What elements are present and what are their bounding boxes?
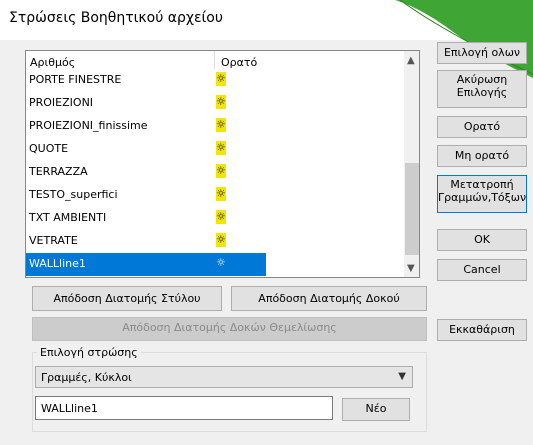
convert-lines-arcs-button[interactable]: Μετατροπή Γραμμών,Τόξων — [437, 175, 527, 213]
column-header-visible[interactable]: Ορατό — [221, 56, 257, 69]
assign-beam-section-button[interactable]: Απόδοση Διατομής Δοκού — [231, 286, 427, 311]
layer-name: VETRATE — [29, 234, 78, 247]
visible-label: Ορατό — [463, 120, 501, 133]
layer-list[interactable]: Αριθμός Ορατό PORTE FINESTRE ☼ PROIEZION… — [25, 50, 420, 278]
list-item[interactable]: VETRATE ☼ — [26, 230, 404, 253]
assign-beam-label: Απόδοση Διατομής Δοκού — [258, 292, 400, 305]
list-item[interactable]: PROIEZIONI ☼ — [26, 92, 404, 115]
select-all-button[interactable]: Επιλογή ολων — [437, 42, 527, 64]
select-all-label: Επιλογή ολων — [443, 46, 521, 59]
list-item-selected[interactable]: WALLline1 ☼ — [26, 253, 266, 276]
visible-icon[interactable]: ☼ — [216, 95, 226, 109]
assign-column-section-button[interactable]: Απόδοση Διατομής Στύλου — [32, 286, 222, 311]
layer-name: PROIEZIONI_finissime — [29, 119, 148, 132]
layer-name: QUOTE — [29, 142, 69, 155]
visible-icon[interactable]: ☼ — [216, 210, 226, 224]
list-item[interactable]: QUOTE ☼ — [26, 138, 404, 161]
chevron-down-icon[interactable]: ▼ — [398, 371, 406, 382]
column-header-number[interactable]: Αριθμός — [30, 56, 75, 69]
invisible-label: Μη ορατό — [454, 149, 510, 162]
close-icon[interactable]: ✕ — [512, 9, 525, 28]
visible-icon[interactable]: ☼ — [216, 141, 226, 155]
title-bar: Στρώσεις Βοηθητικού αρχείου ✕ — [0, 0, 533, 40]
scroll-thumb[interactable] — [405, 163, 419, 255]
layer-select-label: Επιλογή στρώσης — [37, 346, 141, 359]
list-item[interactable]: PROIEZIONI_finissime ☼ — [26, 115, 404, 138]
visible-icon[interactable]: ☼ — [216, 164, 226, 178]
list-item[interactable]: TERRAZZA ☼ — [26, 161, 404, 184]
cancel-selection-label-2: Επιλογής — [456, 86, 508, 99]
visible-icon[interactable]: ☼ — [216, 118, 226, 132]
ok-label: OK — [474, 233, 490, 246]
layer-name: WALLline1 — [29, 257, 86, 270]
layer-name: TXT AMBIENTI — [29, 211, 107, 224]
header-separator — [214, 51, 215, 69]
invisible-button[interactable]: Μη ορατό — [437, 145, 527, 167]
assign-column-label: Απόδοση Διατομής Στύλου — [53, 292, 201, 305]
layer-type-dropdown[interactable]: Γραμμές, Κύκλοι ▼ — [35, 366, 413, 388]
cancel-selection-label-1: Ακύρωση — [456, 73, 508, 86]
ok-button[interactable]: OK — [437, 229, 527, 251]
layer-name: PORTE FINESTRE — [29, 73, 122, 86]
window-title: Στρώσεις Βοηθητικού αρχείου — [9, 10, 223, 26]
layer-name: PROIEZIONI — [29, 96, 94, 109]
layer-name: TERRAZZA — [29, 165, 88, 178]
clear-button[interactable]: Εκκαθάριση — [437, 319, 527, 341]
cancel-button[interactable]: Cancel — [437, 259, 527, 281]
new-layer-label: Νέο — [365, 402, 387, 415]
visible-icon[interactable]: ☼ — [216, 72, 226, 86]
convert-label-2: Γραμμών,Τόξων — [438, 191, 527, 204]
clear-label: Εκκαθάριση — [449, 323, 515, 336]
scroll-up-icon[interactable]: ▲ — [407, 55, 415, 66]
layer-name-input[interactable]: WALLline1 — [35, 396, 333, 420]
list-item[interactable]: TESTO_superfici ☼ — [26, 184, 404, 207]
convert-label-1: Μετατροπή — [450, 178, 514, 191]
visible-button[interactable]: Ορατό — [437, 116, 527, 138]
list-scrollbar[interactable]: ▲ ▼ — [404, 51, 419, 277]
dropdown-value: Γραμμές, Κύκλοι — [41, 371, 132, 384]
list-item[interactable]: PORTE FINESTRE ☼ — [26, 69, 404, 92]
new-layer-button[interactable]: Νέο — [342, 398, 410, 421]
scroll-down-icon[interactable]: ▼ — [407, 263, 415, 274]
layer-name: TESTO_superfici — [29, 188, 118, 201]
visible-icon[interactable]: ☼ — [216, 233, 226, 247]
visible-icon[interactable]: ☼ — [216, 187, 226, 201]
visible-icon[interactable]: ☼ — [216, 256, 226, 270]
list-header: Αριθμός Ορατό — [26, 51, 404, 69]
layer-name-input-value: WALLline1 — [41, 402, 98, 415]
cancel-label: Cancel — [463, 263, 501, 276]
list-item[interactable]: TXT AMBIENTI ☼ — [26, 207, 404, 230]
cancel-selection-button[interactable]: Ακύρωση Επιλογής — [437, 70, 527, 108]
assign-foundation-beams-label: Απόδοση Διατομής Δοκών Θεμελίωσης — [122, 321, 337, 334]
assign-foundation-beams-button[interactable]: Απόδοση Διατομής Δοκών Θεμελίωσης — [32, 317, 427, 341]
